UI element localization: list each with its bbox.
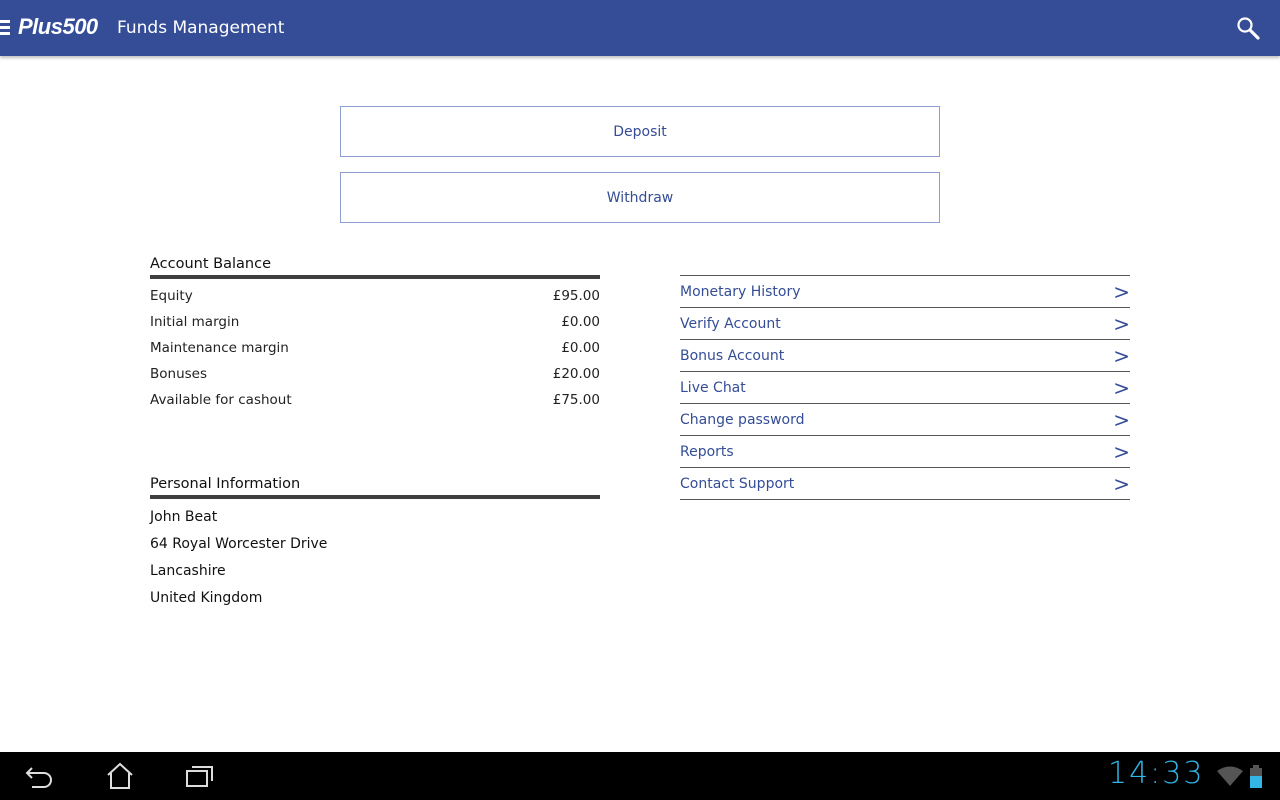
section-title: Personal Information [150, 476, 301, 492]
personal-info-section: Personal Information John Beat 64 Royal W… [150, 476, 600, 611]
chevron-right-icon: > [1113, 311, 1130, 336]
balance-row: Maintenance margin £0.00 [150, 335, 600, 361]
section-title: Account Balance [150, 256, 271, 272]
link-item[interactable]: Contact Support > [680, 468, 1130, 500]
balance-value: £75.00 [552, 392, 600, 408]
balance-row: Available for cashout £75.00 [150, 387, 600, 413]
page-title: Funds Management [117, 18, 285, 38]
balance-value: £20.00 [552, 366, 600, 382]
personal-info-line: John Beat [150, 508, 218, 525]
link-label: Verify Account [680, 315, 781, 332]
balance-row: Initial margin £0.00 [150, 309, 600, 335]
chevron-right-icon: > [1113, 439, 1130, 464]
battery-icon [1250, 765, 1262, 788]
link-item[interactable]: Bonus Account > [680, 340, 1130, 372]
personal-info-line: United Kingdom [150, 589, 263, 606]
link-label: Bonus Account [680, 347, 785, 364]
recent-apps-icon[interactable] [184, 762, 216, 790]
chevron-right-icon: > [1113, 471, 1130, 496]
balance-label: Available for cashout [150, 392, 292, 408]
wifi-icon [1217, 766, 1243, 786]
balance-value: £0.00 [561, 340, 600, 356]
balance-label: Equity [150, 288, 193, 304]
chevron-right-icon: > [1113, 407, 1130, 432]
chevron-right-icon: > [1113, 279, 1130, 304]
system-nav-bar: 14:33 [0, 752, 1280, 800]
link-item[interactable]: Change password > [680, 404, 1130, 436]
link-item[interactable]: Verify Account > [680, 308, 1130, 340]
deposit-button[interactable]: Deposit [340, 106, 940, 157]
plus500-logo: Plus500 [18, 14, 98, 39]
chevron-right-icon: > [1113, 343, 1130, 368]
link-item[interactable]: Reports > [680, 436, 1130, 468]
link-label: Monetary History [680, 283, 801, 300]
link-label: Reports [680, 443, 734, 460]
balance-row: Equity £95.00 [150, 283, 600, 309]
clock: 14:33 [1108, 756, 1205, 791]
chevron-right-icon: > [1113, 375, 1130, 400]
search-icon[interactable] [1236, 16, 1260, 40]
balance-label: Bonuses [150, 366, 208, 382]
personal-info-line: Lancashire [150, 562, 226, 579]
link-label: Contact Support [680, 475, 795, 492]
balance-value: £0.00 [561, 314, 600, 330]
balance-row: Bonuses £20.00 [150, 361, 600, 387]
home-icon[interactable] [104, 762, 136, 790]
balance-label: Maintenance margin [150, 340, 289, 356]
divider [150, 275, 600, 279]
balance-label: Initial margin [150, 314, 240, 330]
withdraw-button[interactable]: Withdraw [340, 172, 940, 223]
back-icon[interactable] [24, 762, 56, 790]
link-label: Live Chat [680, 379, 746, 396]
account-balance-section: Account Balance Equity £95.00 Initial marg… [150, 256, 600, 413]
link-label: Change password [680, 411, 805, 428]
account-links-list: Monetary History > Verify Account > Bonus Ac… [680, 275, 1130, 500]
balance-value: £95.00 [552, 288, 600, 304]
personal-info-line: 64 Royal Worcester Drive [150, 535, 328, 552]
app-bar: Plus500 Funds Management [0, 0, 1280, 56]
menu-icon[interactable] [0, 20, 10, 38]
link-item[interactable]: Live Chat > [680, 372, 1130, 404]
divider [150, 495, 600, 499]
link-item[interactable]: Monetary History > [680, 276, 1130, 308]
